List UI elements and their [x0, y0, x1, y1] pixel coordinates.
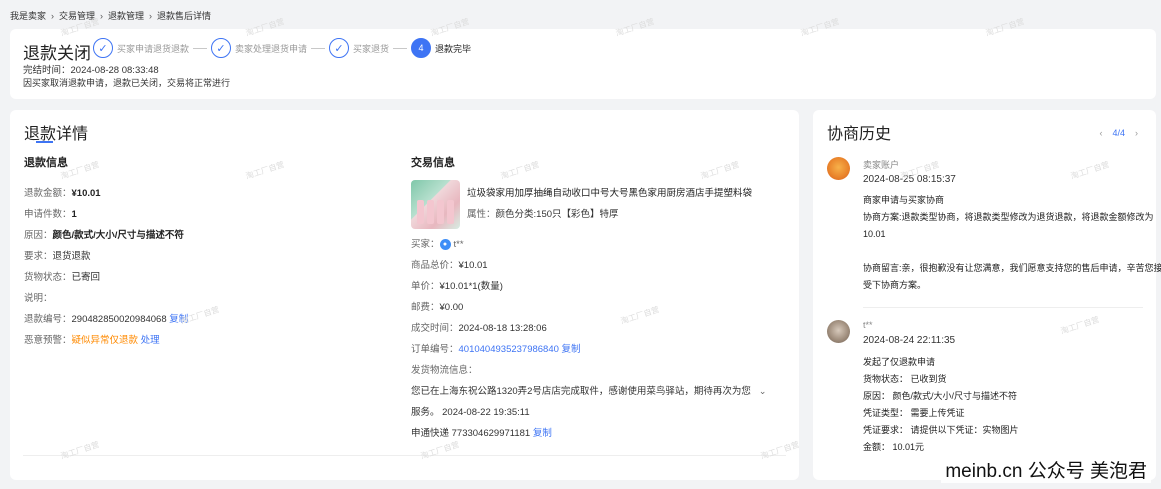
- buyer-name[interactable]: t**: [454, 239, 464, 250]
- step-1: ✓ 买家申请退货退款: [93, 38, 189, 58]
- apply-count-row: 申请件数：1: [24, 209, 77, 220]
- step-number-icon: 4: [411, 38, 432, 58]
- step-label: 买家退货: [353, 43, 390, 54]
- check-icon: ✓: [211, 38, 232, 58]
- refund-info-heading: 退款信息: [24, 157, 68, 169]
- handle-alert-link[interactable]: 处理: [141, 335, 160, 346]
- copy-order-number-link[interactable]: 复制: [562, 344, 581, 355]
- brand-watermark: meinb.cn 公众号 美泡君: [941, 456, 1151, 483]
- title-underline: [36, 141, 53, 143]
- breadcrumb-item-refund[interactable]: 退款管理: [108, 9, 144, 22]
- copy-express-number-link[interactable]: 复制: [533, 428, 552, 439]
- unit-price-row: 单价：¥10.01*1(数量): [411, 281, 503, 292]
- postage-row: 邮费：¥0.00: [411, 302, 464, 313]
- step-connector: [311, 47, 326, 49]
- check-icon: ✓: [329, 38, 350, 58]
- next-page-icon[interactable]: ›: [1135, 128, 1138, 138]
- status-card: 退款关闭 ✓ 买家申请退货退款 ✓ 卖家处理退货申请 ✓ 买家退货 4 退款完毕…: [10, 29, 1156, 99]
- step-connector: [393, 47, 408, 49]
- history-entry-name: t**: [863, 320, 873, 330]
- step-label: 退款完毕: [435, 43, 472, 54]
- breadcrumb-item-trade[interactable]: 交易管理: [59, 9, 95, 22]
- refund-number: 290482850020984068: [71, 314, 167, 325]
- refund-number-row: 退款编号：290482850020984068 复制: [24, 314, 189, 325]
- history-entry-content: 商家申请与买家协商 协商方案:退款类型协商，将退款类型修改为退货退款，将退款金额…: [863, 195, 1161, 290]
- prev-page-icon[interactable]: ‹: [1099, 128, 1102, 138]
- history-divider: [863, 307, 1143, 308]
- check-icon: ✓: [93, 38, 113, 58]
- request-value: 退货退款: [52, 251, 91, 262]
- step-connector: [193, 47, 208, 49]
- refund-detail-card: 退款详情 退款信息 退款金额：¥10.01 申请件数：1 原因：颜色/款式/大小…: [10, 110, 799, 480]
- history-entry-name: 卖家账户: [863, 160, 900, 170]
- logistics-text-row: 您已在上海东祝公路1320弄2号店店完成取件，感谢使用菜鸟驿站，期待再次为您 ⌄: [411, 383, 766, 397]
- logistics-text-cont-row: 服务。 2024-08-22 19:35:11: [411, 407, 530, 418]
- step-label: 买家申请退货退款: [117, 43, 190, 54]
- page-indicator: 4/4: [1112, 128, 1125, 138]
- history-title: 协商历史: [827, 126, 892, 143]
- unit-price: ¥10.01*1(数量): [439, 281, 503, 292]
- copy-refund-number-link[interactable]: 复制: [169, 314, 188, 325]
- goods-status-value: 已寄回: [71, 272, 101, 283]
- alert-value: 疑似异常仅退款: [71, 335, 139, 346]
- detail-title: 退款详情: [24, 126, 89, 143]
- express-number: 申通快递 773304629971181: [411, 428, 531, 439]
- step-2: ✓ 卖家处理退货申请: [211, 38, 307, 58]
- deal-time: 2024-08-18 13:28:06: [458, 323, 547, 334]
- express-row: 申通快递 773304629971181 复制: [411, 425, 552, 439]
- refund-amount: ¥10.01: [71, 188, 101, 199]
- goods-status-row: 货物状态：已寄回: [24, 272, 101, 283]
- history-entry-content: 发起了仅退款申请 货物状态： 已收到货 原因： 颜色/款式/大小/尺寸与描述不符…: [863, 357, 1019, 452]
- product-name[interactable]: 垃圾袋家用加厚抽绳自动收口中号大号黑色家用厨房酒店手提塑料袋: [467, 185, 752, 199]
- total-price: ¥10.01: [458, 260, 488, 271]
- history-pager: ‹ 4/4 ›: [1099, 128, 1138, 138]
- buyer-avatar-icon: ●: [439, 238, 451, 250]
- refund-amount-row: 退款金额：¥10.01: [24, 188, 101, 199]
- logistics-label-row: 发货物流信息：: [411, 365, 478, 376]
- product-thumbnail[interactable]: [411, 180, 460, 229]
- reason-row: 原因：颜色/款式/大小/尺寸与描述不符: [24, 230, 184, 241]
- note-row: 说明：: [24, 293, 53, 304]
- finish-time: 完结时间：2024-08-28 08:33:48: [23, 65, 159, 76]
- breadcrumb-item-seller[interactable]: 我是卖家: [10, 9, 46, 22]
- breadcrumb-item-current: 退款售后详情: [157, 11, 212, 21]
- order-number-link[interactable]: 4010404935237986840: [459, 344, 559, 355]
- malicious-alert-row: 恶意预警：疑似异常仅退款 处理: [24, 335, 160, 346]
- seller-avatar: [827, 157, 850, 180]
- logistics-text: 您已在上海东祝公路1320弄2号店店完成取件，感谢使用菜鸟驿站，期待再次为您: [411, 386, 751, 397]
- order-number-row: 订单编号：4010404935237986840 复制: [411, 344, 581, 355]
- trade-info-heading: 交易信息: [411, 157, 455, 169]
- request-row: 要求：退货退款: [24, 251, 91, 262]
- postage: ¥0.00: [439, 302, 464, 313]
- breadcrumb-separator: ›: [51, 10, 55, 21]
- deal-time-row: 成交时间：2024-08-18 13:28:06: [411, 323, 547, 334]
- product-attribute: 属性：颜色分类:150只【彩色】特厚: [467, 209, 619, 220]
- breadcrumb-separator: ›: [100, 10, 104, 21]
- buyer-row: 买家： ● t**: [411, 238, 464, 250]
- apply-count: 1: [71, 209, 77, 220]
- status-title: 退款关闭: [23, 44, 91, 63]
- progress-steps: ✓ 买家申请退货退款 ✓ 卖家处理退货申请 ✓ 买家退货 4 退款完毕: [93, 38, 471, 58]
- close-reason: 因买家取消退款申请，退款已关闭，交易将正常进行: [23, 78, 231, 88]
- history-entry-time: 2024-08-24 22:11:35: [863, 335, 956, 346]
- step-label: 卖家处理退货申请: [235, 43, 308, 54]
- breadcrumb: 我是卖家 › 交易管理 › 退款管理 › 退款售后详情: [10, 9, 211, 22]
- negotiation-history-card: 协商历史 ‹ 4/4 › 卖家账户 2024-08-25 08:15:37 商家…: [813, 110, 1161, 480]
- history-entry-time: 2024-08-25 08:15:37: [863, 174, 956, 185]
- step-3: ✓ 买家退货: [329, 38, 389, 58]
- step-4: 4 退款完毕: [411, 38, 471, 58]
- reason-value: 颜色/款式/大小/尺寸与描述不符: [52, 230, 184, 241]
- total-price-row: 商品总价：¥10.01: [411, 260, 488, 271]
- section-divider: [23, 455, 786, 456]
- breadcrumb-separator: ›: [149, 10, 153, 21]
- chevron-down-icon[interactable]: ⌄: [759, 386, 767, 397]
- buyer-avatar: [827, 320, 850, 343]
